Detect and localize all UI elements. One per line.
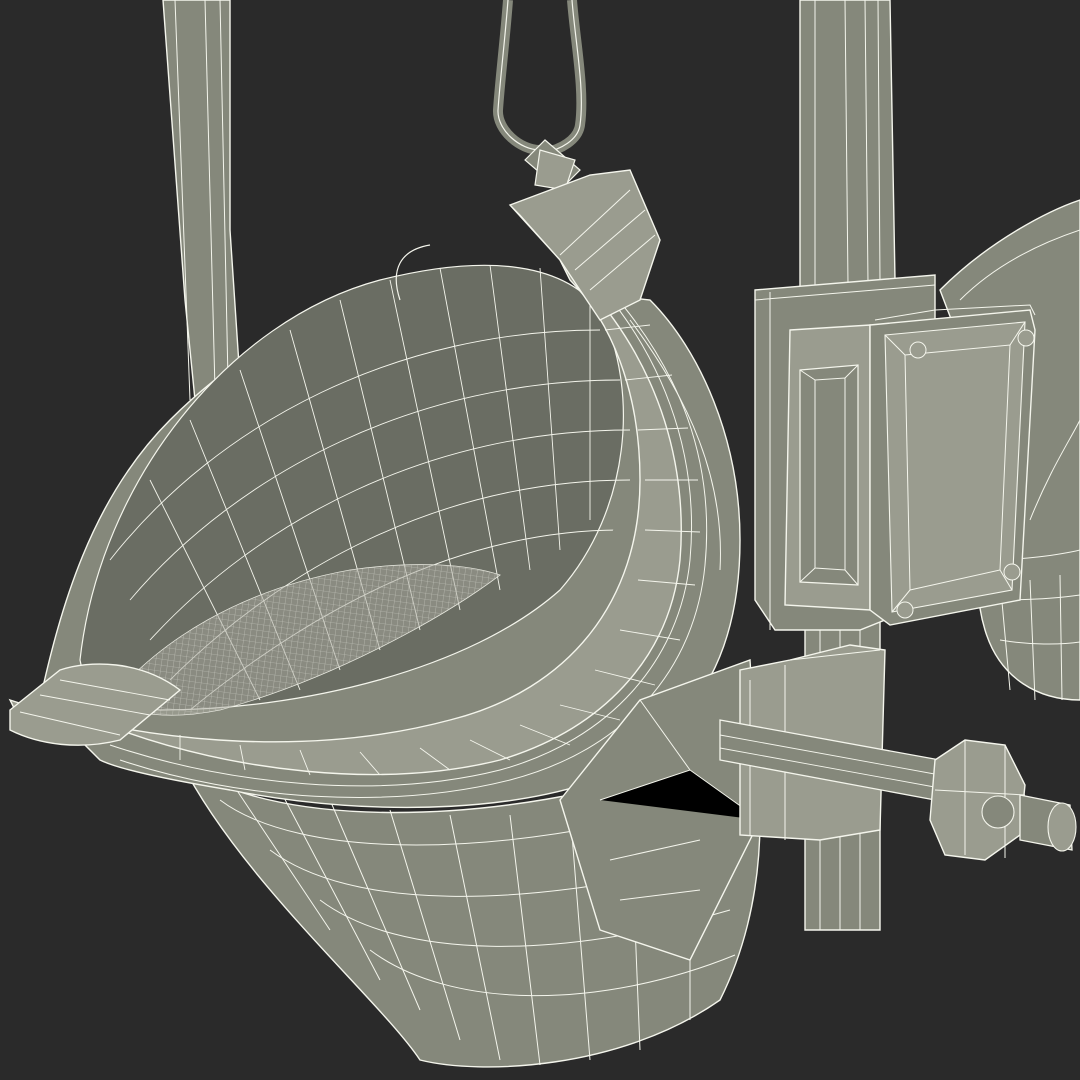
gearbox-front-panel: [784, 324, 871, 611]
bolt-icon: [1017, 329, 1035, 347]
render-viewport: [0, 0, 1080, 1080]
bolt-icon: [1003, 563, 1021, 581]
ladle-wireframe-scene: [0, 0, 1080, 1080]
bolt-icon: [909, 341, 927, 359]
hex-nut: [929, 739, 1026, 861]
bolt-icon: [896, 601, 914, 619]
